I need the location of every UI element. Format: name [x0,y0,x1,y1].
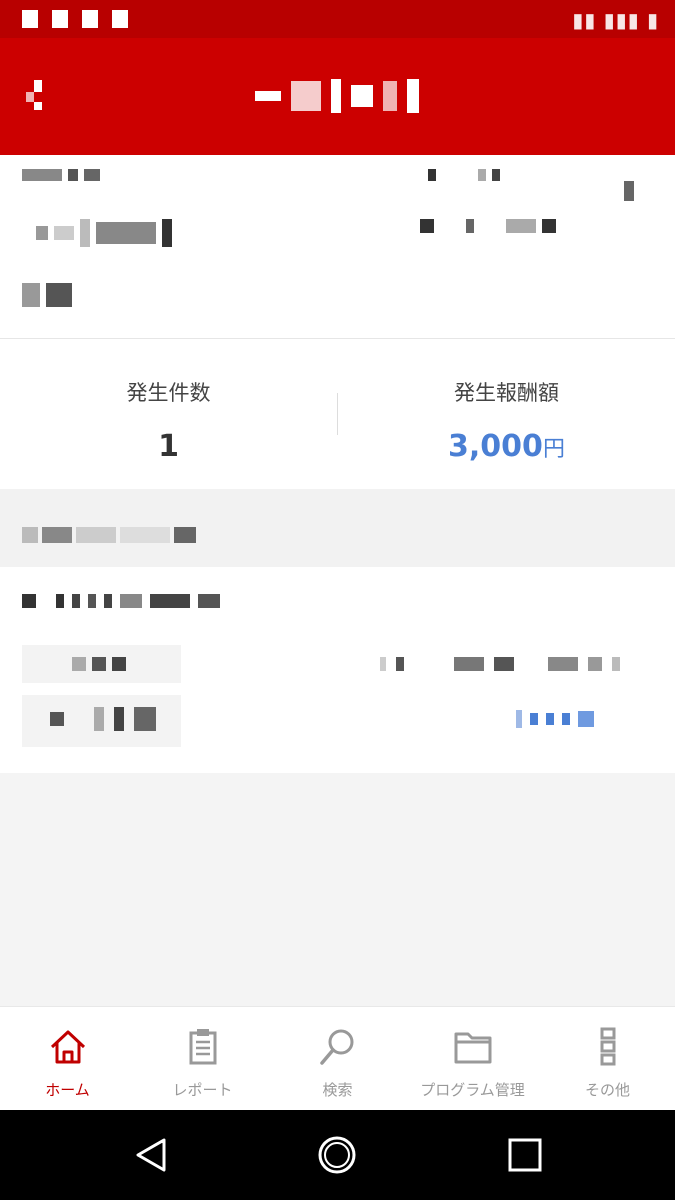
nav-label-other: その他 [584,1081,630,1099]
nav-item-search[interactable]: 検索 [270,1007,405,1111]
home-circle-icon[interactable] [317,1135,357,1175]
stats-divider [337,393,338,435]
obscured-text [380,657,620,671]
obscured-text [36,219,172,247]
obscured-text [22,594,220,608]
chevron-icon[interactable] [624,181,634,201]
obscured-text [420,219,556,233]
nav-label-report: レポート [172,1081,233,1099]
bottom-navigation: ホーム レポート 検索 プログラム管理 その他 [0,1006,675,1111]
status-icons-left [22,10,128,28]
account-info [0,155,675,339]
page-title-obscured [255,78,419,114]
reward-value: 3,000 [448,429,543,464]
info-label [22,695,181,747]
obscured-reward-value [516,710,594,728]
recents-square-icon[interactable] [505,1135,545,1175]
program-card[interactable] [0,567,675,773]
info-label [22,645,181,683]
obscured-text [428,169,500,181]
occurrence-reward: 発生報酬額 3,000円 [338,339,675,489]
home-icon [50,1030,86,1064]
clipboard-icon [189,1029,217,1065]
nav-item-program-management[interactable]: プログラム管理 [405,1007,540,1111]
system-navigation-bar [0,1110,675,1200]
nav-label-home: ホーム [45,1081,90,1099]
back-icon[interactable] [26,80,48,110]
obscured-text [22,527,196,543]
back-triangle-icon[interactable] [132,1135,172,1175]
obscured-text [50,707,156,731]
status-bar: ▮▮ ▮▮▮ ▮ [0,0,675,38]
obscured-text [72,657,126,671]
nav-label-search: 検索 [322,1081,353,1099]
nav-label-program-management: プログラム管理 [420,1081,525,1099]
reward-unit: 円 [542,437,565,462]
count-label: 発生件数 [126,381,211,405]
folder-icon [454,1032,492,1064]
reward-value-line: 3,000円 [338,429,675,464]
search-icon [320,1029,354,1065]
obscured-text [22,283,72,307]
occurrence-count: 発生件数 1 [0,339,337,489]
reward-label: 発生報酬額 [454,381,559,405]
count-value: 1 [158,429,179,464]
status-icons-right: ▮▮ ▮▮▮ ▮ [572,8,659,32]
app-header [0,38,675,155]
nav-item-other[interactable]: その他 [540,1007,675,1111]
nav-item-report[interactable]: レポート [135,1007,270,1111]
nav-item-home[interactable]: ホーム [0,1007,135,1111]
obscured-text [22,169,100,181]
section-header [0,489,675,567]
more-vertical-icon [600,1027,616,1066]
